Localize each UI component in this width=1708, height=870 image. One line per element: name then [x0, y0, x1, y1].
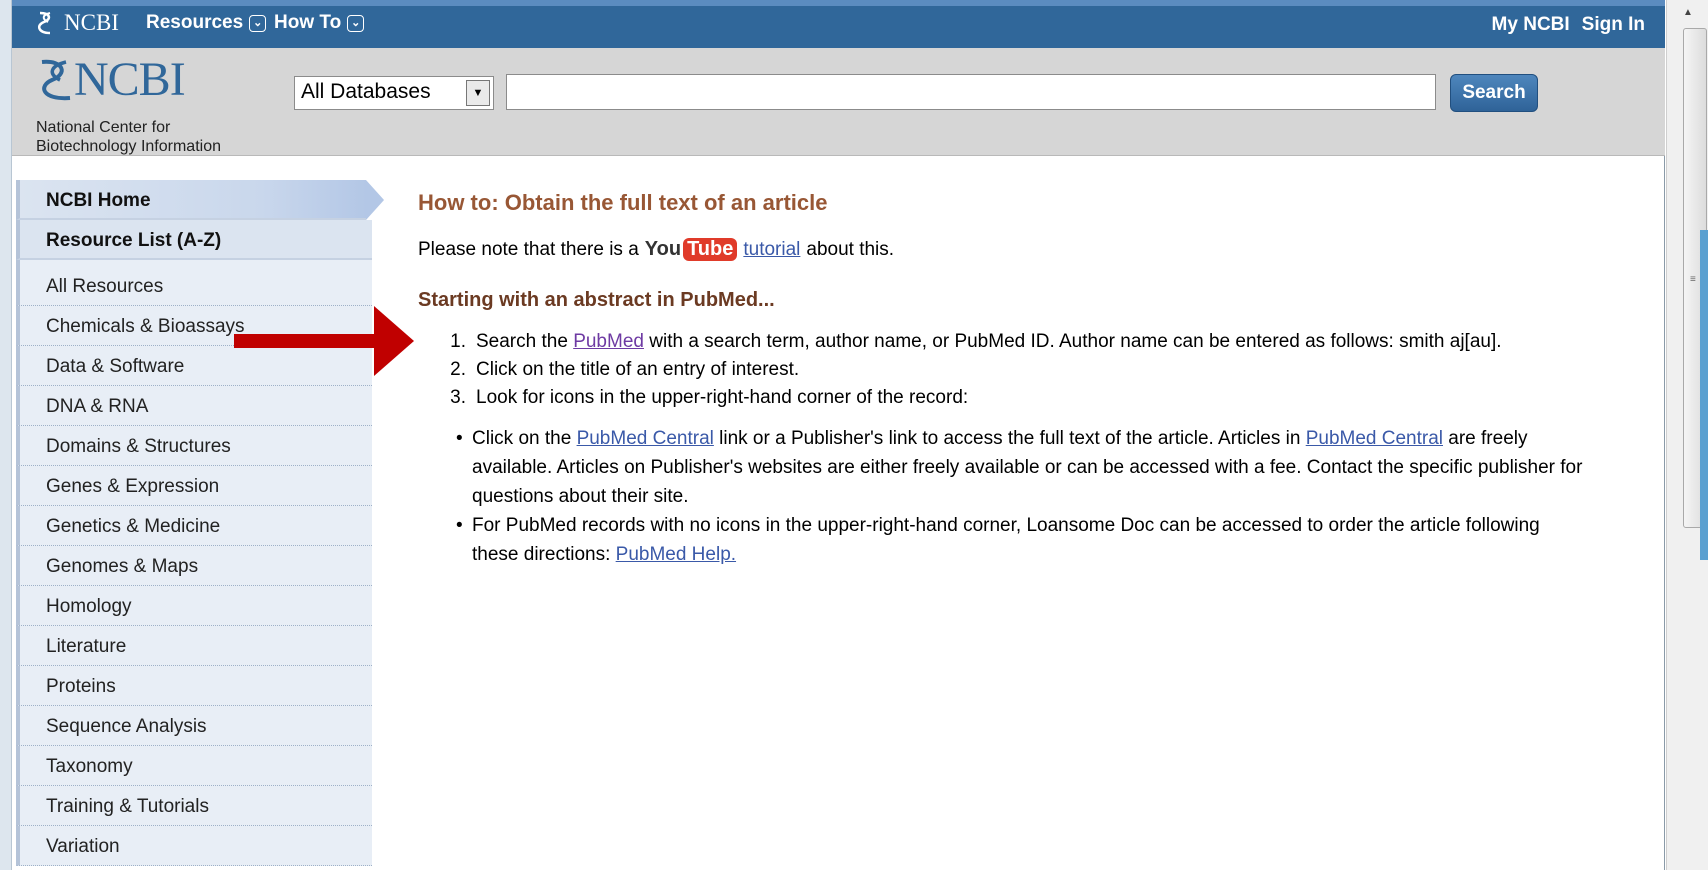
resources-menu[interactable]: Resources ⌄	[146, 12, 267, 34]
arrow-shaft	[234, 334, 374, 348]
page-title: How to: Obtain the full text of an artic…	[418, 190, 828, 215]
step-number: 2.	[450, 359, 466, 380]
ncbi-logo-word: NCBI	[74, 53, 186, 106]
ncbi-small-logo-text: NCBI	[64, 10, 119, 35]
sidebar-item-proteins[interactable]: Proteins	[16, 666, 372, 706]
sidebar-item-all-resources[interactable]: All Resources	[16, 266, 372, 306]
youtube-logo-you: You	[644, 238, 682, 260]
ncbi-logo-subtitle: National Center for Biotechnology Inform…	[36, 118, 276, 156]
database-select[interactable]: All Databases ▼	[294, 76, 494, 110]
sidebar-item-genes-expression[interactable]: Genes & Expression	[16, 466, 372, 506]
arrow-head	[374, 306, 414, 376]
pubmed-central-link[interactable]: PubMed Central	[1306, 428, 1443, 449]
steps-list: 1. Search the PubMed with a search term,…	[444, 328, 1638, 412]
step-item: 1. Search the PubMed with a search term,…	[444, 328, 1638, 356]
step-text: Look for icons in the upper-right-hand c…	[476, 387, 969, 408]
youtube-logo-icon[interactable]: You Tube	[645, 238, 738, 261]
sign-in-link[interactable]: Sign In	[1582, 14, 1645, 36]
pubmed-central-link[interactable]: PubMed Central	[577, 428, 714, 449]
sidebar-item-dna-rna[interactable]: DNA & RNA	[16, 386, 372, 426]
sidebar-item-taxonomy[interactable]: Taxonomy	[16, 746, 372, 786]
chevron-down-icon: ⌄	[249, 14, 267, 32]
logo-subtitle-line2: Biotechnology Information	[36, 138, 221, 155]
browser-page: NCBI Resources ⌄ How To ⌄ My NCBI Sign I…	[12, 0, 1665, 870]
sidebar-item-literature[interactable]: Literature	[16, 626, 372, 666]
account-links: My NCBI Sign In	[1492, 14, 1645, 36]
step-number: 3.	[450, 387, 466, 408]
sidebar-item-homology[interactable]: Homology	[16, 586, 372, 626]
step-text: Search the PubMed with a search term, au…	[476, 328, 1502, 356]
step-number: 1.	[450, 331, 466, 352]
search-header: NCBI National Center for Biotechnology I…	[12, 48, 1665, 156]
tutorial-link[interactable]: tutorial	[743, 239, 800, 261]
database-select-value: All Databases	[301, 80, 431, 103]
section-heading: Starting with an abstract in PubMed...	[418, 289, 775, 311]
sidebar-item-variation[interactable]: Variation	[16, 826, 372, 866]
search-button[interactable]: Search	[1450, 74, 1538, 112]
bullets-list: Click on the PubMed Central link or a Pu…	[456, 424, 1586, 569]
window-right-accent	[1700, 230, 1708, 560]
bullet1-prefix: Click on the	[472, 428, 572, 449]
search-input[interactable]	[506, 74, 1436, 110]
pubmed-help-link[interactable]: PubMed Help.	[616, 544, 736, 565]
ncbi-helix-icon	[37, 11, 51, 35]
dropdown-arrow-icon[interactable]: ▼	[466, 80, 490, 106]
ncbi-helix-logo-icon	[41, 59, 71, 101]
step-text: Click on the title of an entry of intere…	[476, 359, 800, 380]
my-ncbi-link[interactable]: My NCBI	[1492, 14, 1570, 36]
sidebar-resource-list[interactable]: Resource List (A-Z)	[16, 220, 372, 260]
sidebar-item-training-tutorials[interactable]: Training & Tutorials	[16, 786, 372, 826]
sidebar-ncbi-home[interactable]: NCBI Home	[16, 180, 384, 220]
note-suffix: about this.	[806, 238, 895, 260]
main-content: How to: Obtain the full text of an artic…	[418, 190, 1638, 569]
tutorial-note: Please note that there is a You Tube tuto…	[418, 238, 1638, 261]
scroll-grip-icon: ≡	[1690, 274, 1696, 285]
step-item: 3. Look for icons in the upper-right-han…	[444, 384, 1638, 412]
list-item: Click on the PubMed Central link or a Pu…	[456, 424, 1586, 511]
window-left-edge	[0, 0, 12, 870]
scroll-up-arrow-icon[interactable]: ▲	[1671, 2, 1705, 22]
sidebar-item-genomes-maps[interactable]: Genomes & Maps	[16, 546, 372, 586]
sidebar-navigation: NCBI Home Resource List (A-Z) All Resour…	[16, 180, 384, 866]
step1-prefix: Search the	[476, 331, 568, 352]
resources-menu-label: Resources	[146, 12, 244, 33]
step-item: 2. Click on the title of an entry of int…	[444, 356, 1638, 384]
top-navigation-bar: NCBI Resources ⌄ How To ⌄ My NCBI Sign I…	[12, 0, 1665, 48]
bullet1-middle: link or a Publisher's link to access the…	[719, 428, 1301, 449]
note-prefix: Please note that there is a	[418, 238, 639, 260]
pubmed-link[interactable]: PubMed	[573, 331, 644, 352]
sidebar-item-genetics-medicine[interactable]: Genetics & Medicine	[16, 506, 372, 546]
how-to-menu[interactable]: How To ⌄	[274, 12, 365, 34]
logo-subtitle-line1: National Center for	[36, 119, 171, 136]
ncbi-small-logo[interactable]: NCBI	[36, 10, 119, 36]
red-arrow-annotation-icon	[234, 306, 414, 376]
step1-suffix: with a search term, author name, or PubM…	[649, 331, 1502, 352]
chevron-down-icon: ⌄	[347, 14, 365, 32]
how-to-menu-label: How To	[274, 12, 342, 33]
list-item: For PubMed records with no icons in the …	[456, 511, 1586, 569]
sidebar-item-sequence-analysis[interactable]: Sequence Analysis	[16, 706, 372, 746]
sidebar-item-domains-structures[interactable]: Domains & Structures	[16, 426, 372, 466]
youtube-logo-tube: Tube	[683, 238, 738, 261]
